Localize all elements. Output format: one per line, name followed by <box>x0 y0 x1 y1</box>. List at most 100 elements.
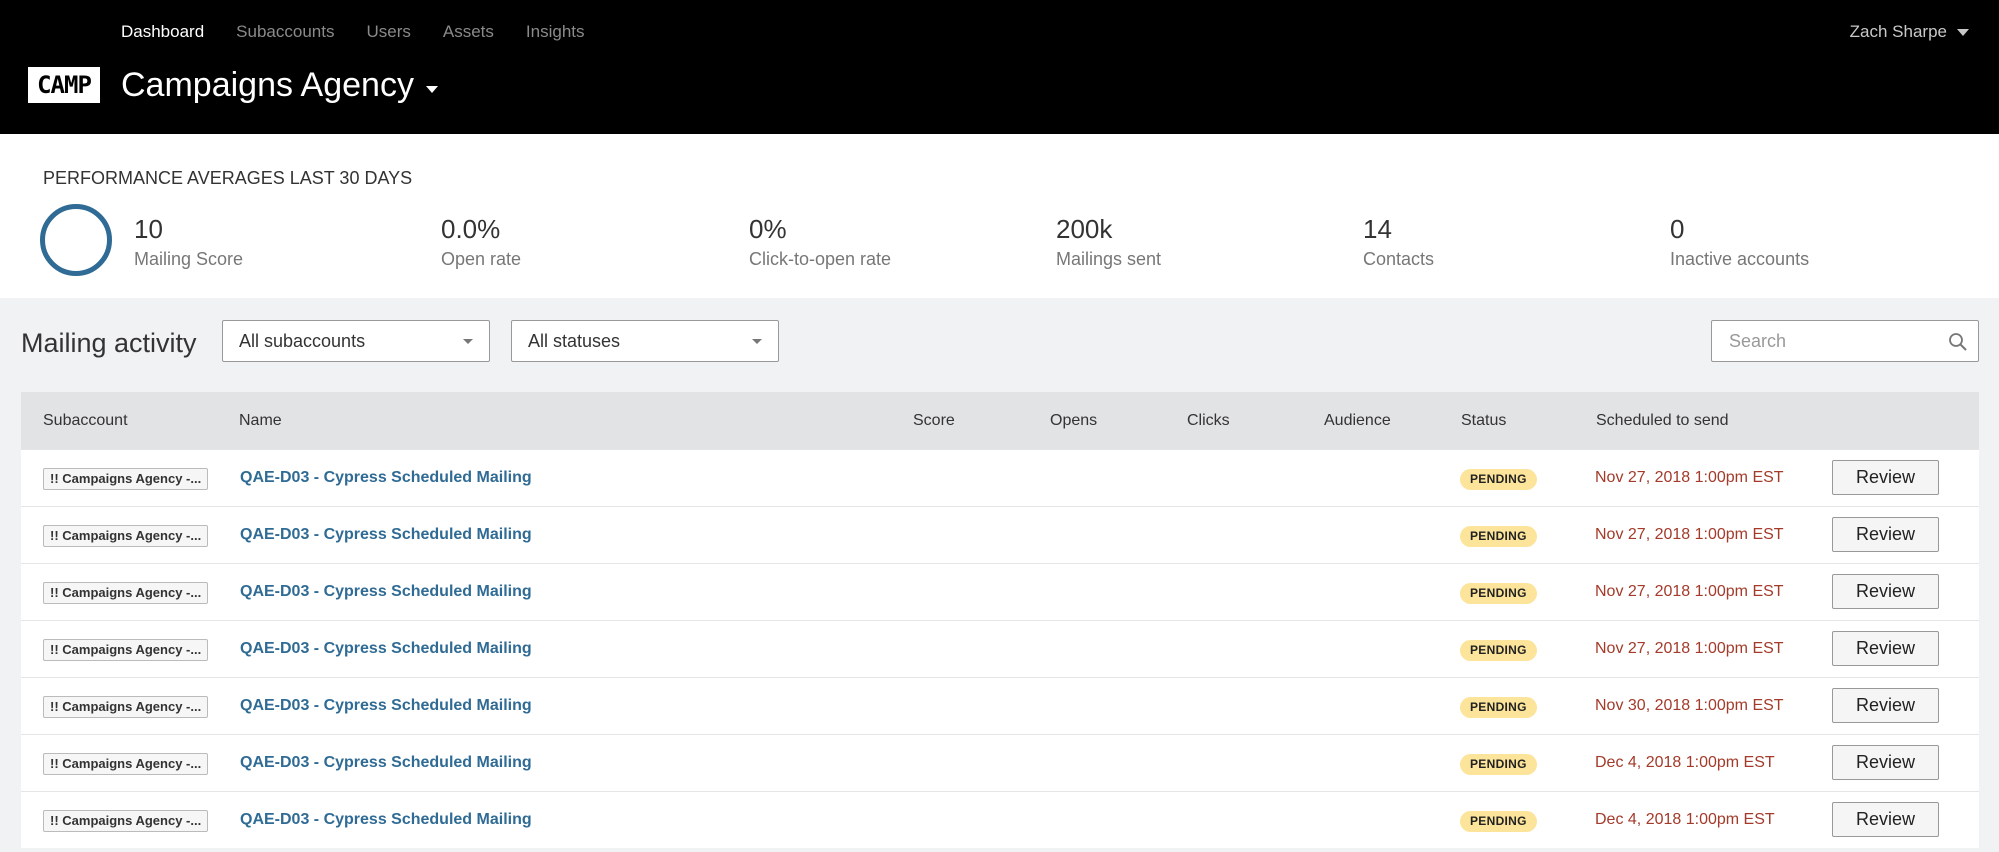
column-header-scheduled[interactable]: Scheduled to send <box>1596 412 1729 430</box>
column-header-clicks[interactable]: Clicks <box>1187 412 1230 430</box>
subaccount-filter-select[interactable]: All subaccounts <box>222 320 490 362</box>
nav-dashboard[interactable]: Dashboard <box>121 22 204 42</box>
table-row: !! Campaigns Agency -... QAE-D03 - Cypre… <box>21 449 1979 506</box>
table-header: Subaccount Name Score Opens Clicks Audie… <box>21 392 1979 449</box>
nav-subaccounts[interactable]: Subaccounts <box>236 22 334 42</box>
column-header-score[interactable]: Score <box>913 412 955 430</box>
main-nav: Dashboard Subaccounts Users Assets Insig… <box>121 22 617 42</box>
user-menu[interactable]: Zach Sharpe <box>1850 22 1969 42</box>
search-icon[interactable] <box>1948 332 1968 352</box>
review-button[interactable]: Review <box>1832 517 1939 552</box>
subaccount-tag: !! Campaigns Agency -... <box>43 696 209 718</box>
review-button[interactable]: Review <box>1832 574 1939 609</box>
table-row: !! Campaigns Agency -... QAE-D03 - Cypre… <box>21 506 1979 563</box>
nav-insights[interactable]: Insights <box>526 22 585 42</box>
subaccount-tag: !! Campaigns Agency -... <box>43 582 209 604</box>
scheduled-time: Nov 27, 2018 1:00pm EST <box>1595 526 1784 543</box>
review-button[interactable]: Review <box>1832 460 1939 495</box>
review-button[interactable]: Review <box>1832 802 1939 837</box>
status-badge: PENDING <box>1460 583 1537 604</box>
mailing-name-link[interactable]: QAE-D03 - Cypress Scheduled Mailing <box>240 697 532 715</box>
metric-click-to-open-rate: 0% Click-to-open rate <box>749 214 891 270</box>
chevron-down-icon <box>752 338 762 344</box>
subaccount-tag: !! Campaigns Agency -... <box>43 639 209 661</box>
status-badge: PENDING <box>1460 811 1537 832</box>
performance-heading: PERFORMANCE AVERAGES LAST 30 DAYS <box>43 168 412 189</box>
scheduled-time: Nov 27, 2018 1:00pm EST <box>1595 640 1784 657</box>
camp-logo: CAMP <box>28 67 100 103</box>
user-name: Zach Sharpe <box>1849 22 1947 41</box>
metric-mailings-sent: 200k Mailings sent <box>1056 214 1161 270</box>
column-header-opens[interactable]: Opens <box>1050 412 1097 430</box>
mailing-name-link[interactable]: QAE-D03 - Cypress Scheduled Mailing <box>240 640 532 658</box>
metric-open-rate: 0.0% Open rate <box>441 214 521 270</box>
subaccount-tag: !! Campaigns Agency -... <box>43 753 209 775</box>
status-filter-select[interactable]: All statuses <box>511 320 779 362</box>
status-badge: PENDING <box>1460 526 1537 547</box>
metric-value: 0% <box>749 214 787 244</box>
subaccount-tag: !! Campaigns Agency -... <box>43 525 209 547</box>
nav-assets[interactable]: Assets <box>443 22 494 42</box>
search-box <box>1711 320 1979 362</box>
chevron-down-icon <box>1957 28 1969 36</box>
logo-text: CAMP <box>37 71 92 99</box>
scheduled-time: Dec 4, 2018 1:00pm EST <box>1595 754 1775 771</box>
table-row: !! Campaigns Agency -... QAE-D03 - Cypre… <box>21 677 1979 734</box>
review-button[interactable]: Review <box>1832 631 1939 666</box>
mailing-score-ring-icon <box>40 204 112 276</box>
status-badge: PENDING <box>1460 697 1537 718</box>
status-badge: PENDING <box>1460 754 1537 775</box>
search-input[interactable] <box>1712 330 1932 352</box>
status-filter-value: All statuses <box>528 330 621 351</box>
subaccount-tag: !! Campaigns Agency -... <box>43 468 209 490</box>
metric-label: Contacts <box>1363 249 1435 269</box>
metric-mailing-score: 10 Mailing Score <box>134 214 243 270</box>
metric-value: 0.0% <box>441 214 501 244</box>
scheduled-time: Nov 27, 2018 1:00pm EST <box>1595 583 1784 600</box>
scheduled-time: Nov 27, 2018 1:00pm EST <box>1595 469 1784 486</box>
review-button[interactable]: Review <box>1832 688 1939 723</box>
chevron-down-icon <box>425 86 438 93</box>
mailing-name-link[interactable]: QAE-D03 - Cypress Scheduled Mailing <box>240 811 532 829</box>
status-badge: PENDING <box>1460 640 1537 661</box>
metric-label: Click-to-open rate <box>749 249 892 269</box>
scheduled-time: Nov 30, 2018 1:00pm EST <box>1595 697 1784 714</box>
metric-label: Inactive accounts <box>1670 249 1810 269</box>
performance-period: LAST 30 DAYS <box>289 168 413 188</box>
metric-label: Mailings sent <box>1056 249 1162 269</box>
review-button[interactable]: Review <box>1832 745 1939 780</box>
table-row: !! Campaigns Agency -... QAE-D03 - Cypre… <box>21 620 1979 677</box>
metric-label: Open rate <box>441 249 522 269</box>
column-header-status[interactable]: Status <box>1461 412 1506 430</box>
column-header-subaccount[interactable]: Subaccount <box>43 412 128 430</box>
performance-panel: PERFORMANCE AVERAGES LAST 30 DAYS 10 Mai… <box>0 134 1999 298</box>
mailing-activity-title: Mailing activity <box>21 328 197 358</box>
mailing-name-link[interactable]: QAE-D03 - Cypress Scheduled Mailing <box>240 526 532 544</box>
status-badge: PENDING <box>1460 469 1537 490</box>
metric-contacts: 14 Contacts <box>1363 214 1434 270</box>
agency-title: Campaigns Agency <box>121 66 414 104</box>
metric-inactive-accounts: 0 Inactive accounts <box>1670 214 1809 270</box>
metric-value: 200k <box>1056 214 1113 244</box>
metric-value: 0 <box>1670 214 1685 244</box>
table-row: !! Campaigns Agency -... QAE-D03 - Cypre… <box>21 563 1979 620</box>
metric-value: 14 <box>1363 214 1392 244</box>
metric-label: Mailing Score <box>134 249 244 269</box>
mailing-activity-table: Subaccount Name Score Opens Clicks Audie… <box>21 392 1979 848</box>
column-header-name[interactable]: Name <box>239 412 282 430</box>
top-header: Dashboard Subaccounts Users Assets Insig… <box>0 0 1999 134</box>
scheduled-time: Dec 4, 2018 1:00pm EST <box>1595 811 1775 828</box>
column-header-audience[interactable]: Audience <box>1324 412 1391 430</box>
table-row: !! Campaigns Agency -... QAE-D03 - Cypre… <box>21 734 1979 791</box>
table-row: !! Campaigns Agency -... QAE-D03 - Cypre… <box>21 791 1979 848</box>
chevron-down-icon <box>463 338 473 344</box>
metric-value: 10 <box>134 214 163 244</box>
agency-switcher[interactable]: Campaigns Agency <box>121 66 438 105</box>
subaccount-tag: !! Campaigns Agency -... <box>43 810 209 832</box>
performance-title: PERFORMANCE AVERAGES <box>43 168 285 188</box>
mailing-name-link[interactable]: QAE-D03 - Cypress Scheduled Mailing <box>240 469 532 487</box>
subaccount-filter-value: All subaccounts <box>239 330 366 351</box>
mailing-name-link[interactable]: QAE-D03 - Cypress Scheduled Mailing <box>240 754 532 772</box>
mailing-name-link[interactable]: QAE-D03 - Cypress Scheduled Mailing <box>240 583 532 601</box>
nav-users[interactable]: Users <box>366 22 410 42</box>
